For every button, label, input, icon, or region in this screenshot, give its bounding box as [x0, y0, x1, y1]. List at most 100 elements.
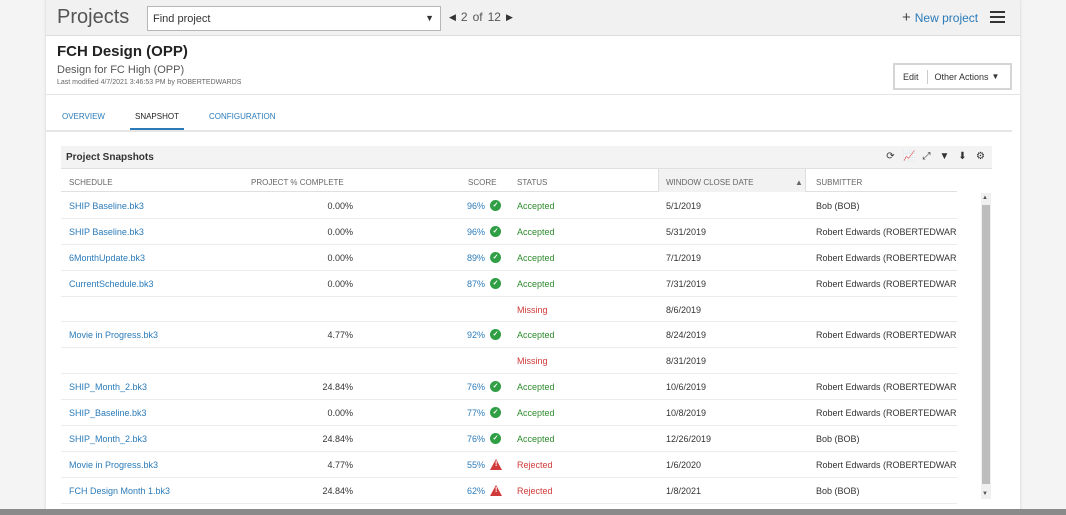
table-row[interactable]: SHIP_Month_2.bk3 24.84% 76% Accepted 10/6/20…: [61, 374, 957, 401]
tab-configuration[interactable]: CONFIGURATION: [209, 112, 276, 130]
table-row[interactable]: SHIP Baseline.bk3 0.00% 96% Accepted 5/1/201…: [61, 193, 957, 219]
status-cell: Accepted: [517, 408, 555, 419]
submitter-cell: Bob (BOB): [816, 434, 860, 445]
schedule-link[interactable]: SHIP Baseline.bk3: [69, 227, 144, 237]
col-submitter[interactable]: SUBMITTER: [816, 170, 862, 192]
window-close-date-cell: 10/6/2019: [666, 382, 707, 393]
pager-current: 2: [460, 10, 468, 24]
top-bar: Projects Find project ▼ ◀ 2 of 12 ▶ + Ne…: [46, 0, 1020, 36]
line-chart-icon[interactable]: 📈: [903, 151, 915, 162]
scroll-thumb[interactable]: [982, 205, 990, 484]
find-project-input[interactable]: Find project: [153, 13, 210, 25]
refresh-icon[interactable]: ⟳: [885, 151, 896, 162]
table-row[interactable]: 6MonthUpdate.bk3 0.00% 89% Accepted 7/1/2019…: [61, 245, 957, 271]
panel-header: Project Snapshots ⟳ 📈 ⤢ ▼ ⬇ ⚙: [61, 146, 992, 169]
score-link[interactable]: 55%: [449, 460, 485, 470]
window-close-date-cell: 5/31/2019: [666, 226, 707, 237]
pager-total: 12: [487, 10, 501, 24]
table-row[interactable]: Missing 8/31/2019: [61, 348, 957, 375]
score-link[interactable]: 96%: [449, 227, 485, 237]
pct-complete-cell: 0.00%: [327, 226, 353, 237]
score-link[interactable]: 89%: [449, 253, 485, 263]
submitter-cell: Robert Edwards (ROBERTEDWARDS): [816, 408, 957, 419]
vertical-scrollbar[interactable]: ▲ ▼: [981, 193, 991, 499]
scroll-up-icon[interactable]: ▲: [982, 195, 988, 201]
pct-complete-cell: 24.84%: [322, 434, 353, 445]
table-row[interactable]: Missing 8/6/2019: [61, 297, 957, 323]
check-circle-icon: ✓: [490, 381, 501, 393]
other-actions-button[interactable]: Other Actions ▼: [928, 72, 1007, 82]
schedule-link[interactable]: 6MonthUpdate.bk3: [69, 253, 145, 263]
tab-bar: OVERVIEW SNAPSHOT CONFIGURATION: [62, 112, 306, 130]
schedule-link[interactable]: CurrentSchedule.bk3: [69, 279, 154, 289]
window-close-date-cell: 10/8/2019: [666, 408, 707, 419]
scroll-down-icon[interactable]: ▼: [982, 491, 988, 497]
score-link[interactable]: 77%: [449, 408, 485, 418]
next-project-icon[interactable]: ▶: [506, 12, 513, 23]
status-cell: Missing: [517, 356, 548, 367]
schedule-link[interactable]: FCH Design Month 1.bk3: [69, 486, 170, 496]
score-link[interactable]: 76%: [449, 382, 485, 392]
table-row[interactable]: FCH Design Month 1.bk3 24.84% 62% Rejected 1…: [61, 478, 957, 504]
status-cell: Missing: [517, 304, 548, 315]
submitter-cell: Robert Edwards (ROBERTEDWARDS): [816, 382, 957, 393]
find-project-combobox[interactable]: Find project ▼: [147, 6, 441, 31]
project-name: FCH Design (OPP): [57, 43, 188, 60]
check-circle-icon: ✓: [490, 329, 501, 341]
score-link[interactable]: 96%: [449, 201, 485, 211]
submitter-cell: Robert Edwards (ROBERTEDWARDS): [816, 226, 957, 237]
schedule-link[interactable]: SHIP_Month_2.bk3: [69, 382, 147, 392]
tab-overview[interactable]: OVERVIEW: [62, 112, 105, 130]
warning-icon: [490, 484, 502, 496]
sort-asc-icon[interactable]: ▲: [795, 170, 803, 192]
snapshot-rows: SHIP Baseline.bk3 0.00% 96% Accepted 5/1/201…: [61, 193, 957, 504]
col-schedule[interactable]: SCHEDULE: [69, 170, 113, 192]
table-row[interactable]: CurrentSchedule.bk3 0.00% 87% Accepted 7/31/…: [61, 271, 957, 297]
col-pct-complete[interactable]: PROJECT % COMPLETE: [251, 170, 344, 192]
pct-complete-cell: 0.00%: [327, 252, 353, 263]
tab-snapshot[interactable]: SNAPSHOT: [129, 112, 184, 130]
edit-button[interactable]: Edit: [895, 69, 928, 84]
score-link[interactable]: 92%: [449, 330, 485, 340]
schedule-link[interactable]: Movie in Progress.bk3: [69, 330, 158, 340]
check-circle-icon: ✓: [490, 433, 501, 445]
score-link[interactable]: 87%: [449, 279, 485, 289]
status-cell: Accepted: [517, 201, 555, 211]
schedule-link[interactable]: SHIP_Month_2.bk3: [69, 434, 147, 444]
table-row[interactable]: Movie in Progress.bk3 4.77% 55% Rejected 1/6…: [61, 452, 957, 478]
window-close-date-cell: 8/24/2019: [666, 330, 707, 341]
score-link[interactable]: 76%: [449, 434, 485, 444]
divider: [46, 94, 1020, 95]
project-modified: Last modified 4/7/2021 3:46:53 PM by ROB…: [57, 79, 242, 86]
pct-complete-cell: 0.00%: [327, 278, 353, 289]
schedule-link[interactable]: SHIP_Baseline.bk3: [69, 408, 147, 418]
filter-icon[interactable]: ▼: [939, 151, 950, 162]
expand-icon[interactable]: ⤢: [921, 151, 932, 162]
new-project-label: New project: [914, 10, 979, 25]
schedule-link[interactable]: SHIP Baseline.bk3: [69, 201, 144, 211]
submitter-cell: Bob (BOB): [816, 485, 860, 496]
table-row[interactable]: SHIP_Baseline.bk3 0.00% 77% Accepted 10/8/20…: [61, 400, 957, 427]
gear-icon[interactable]: ⚙: [975, 151, 986, 162]
check-circle-icon: ✓: [490, 225, 501, 237]
table-row[interactable]: SHIP Baseline.bk3 0.00% 96% Accepted 5/31/20…: [61, 219, 957, 245]
col-score[interactable]: SCORE: [468, 170, 496, 192]
new-project-button[interactable]: + New project: [902, 9, 978, 26]
previous-project-icon[interactable]: ◀: [449, 12, 456, 23]
col-status[interactable]: STATUS: [517, 170, 547, 192]
check-circle-icon: ✓: [490, 407, 501, 419]
window-close-date-cell: 1/6/2020: [666, 459, 702, 470]
project-subtitle: Design for FC High (OPP): [57, 64, 185, 76]
chevron-down-icon[interactable]: ▼: [425, 13, 434, 23]
pct-complete-cell: 24.84%: [322, 485, 353, 496]
app-title: Projects: [57, 6, 130, 28]
list-menu-icon[interactable]: [990, 11, 1005, 23]
score-link[interactable]: 62%: [449, 486, 485, 496]
pct-complete-cell: 24.84%: [322, 382, 353, 393]
schedule-link[interactable]: Movie in Progress.bk3: [69, 460, 158, 470]
status-cell: Accepted: [517, 434, 555, 445]
download-icon[interactable]: ⬇: [957, 151, 968, 162]
table-row[interactable]: SHIP_Month_2.bk3 24.84% 76% Accepted 12/26/2…: [61, 426, 957, 452]
col-window-close-date[interactable]: WINDOW CLOSE DATE: [666, 170, 753, 192]
table-row[interactable]: Movie in Progress.bk3 4.77% 92% Accepted 8/2…: [61, 322, 957, 349]
